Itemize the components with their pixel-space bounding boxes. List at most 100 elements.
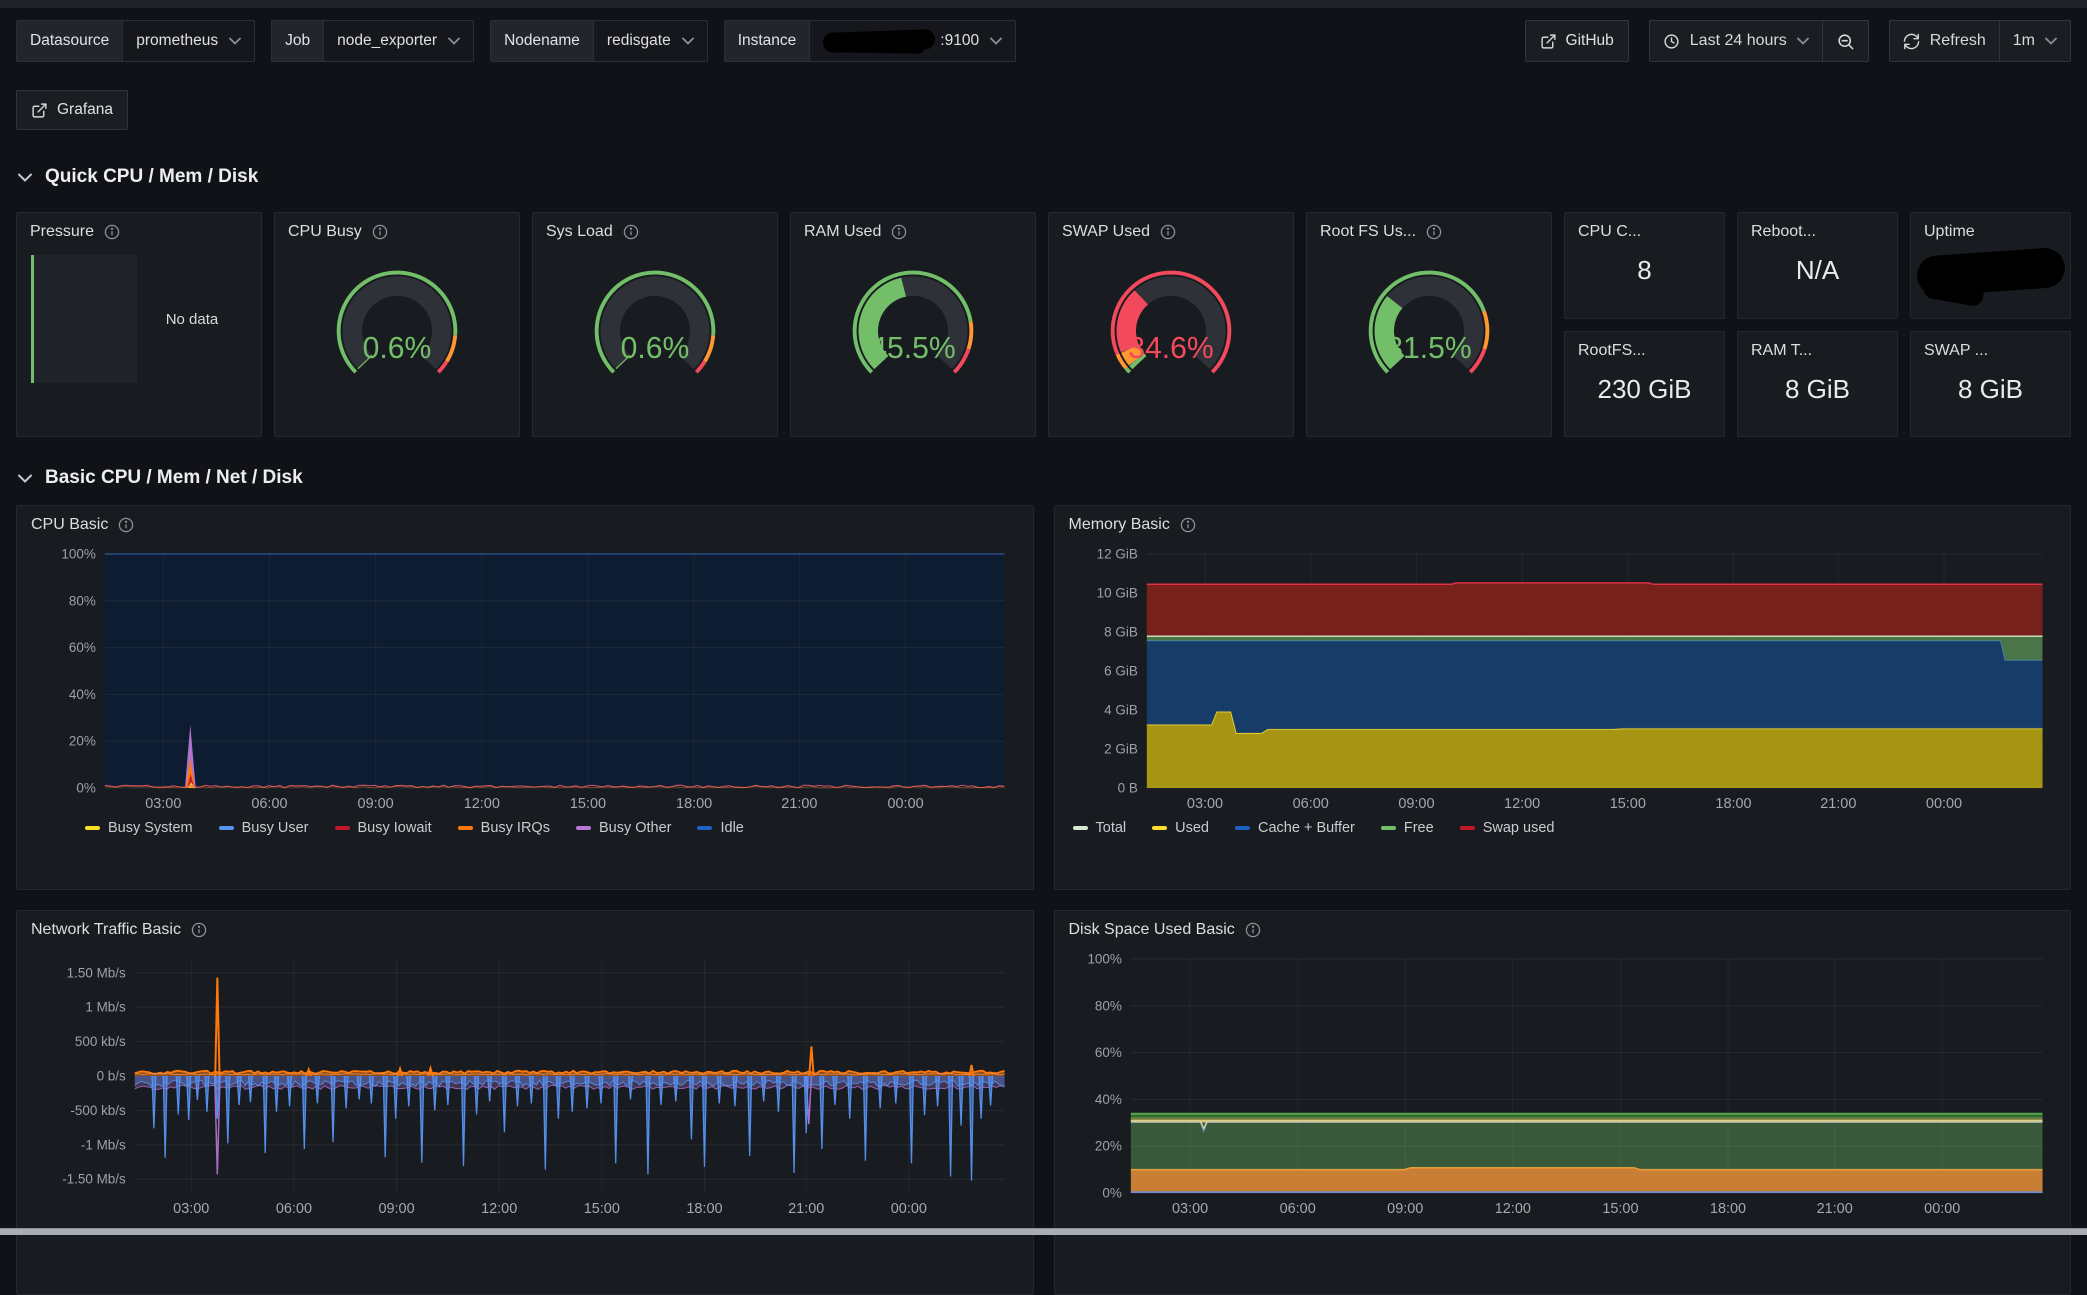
info-icon[interactable] [1245, 922, 1261, 938]
stat-value-redacted [1911, 252, 2070, 292]
chevron-down-icon [448, 37, 460, 45]
sys-load-gauge[interactable]: 0.6% [548, 251, 762, 403]
legend-item[interactable]: Busy Other [576, 820, 672, 836]
cpu-basic-legend: Busy System Busy User Busy Iowait Busy I… [31, 814, 1019, 836]
panel-title-reboot[interactable]: Reboot... [1738, 213, 1897, 245]
legend-item[interactable]: Busy Iowait [335, 820, 432, 836]
svg-text:1 Mb/s: 1 Mb/s [85, 1000, 126, 1015]
panel-title-root-fs-used[interactable]: Root FS Us... [1307, 213, 1551, 245]
stat-value: 8 GiB [1738, 374, 1897, 405]
time-range-picker[interactable]: Last 24 hours [1650, 21, 1822, 61]
panel-title-network-traffic[interactable]: Network Traffic Basic [31, 911, 1019, 939]
legend-label: Free [1404, 820, 1434, 836]
ram-used-gauge[interactable]: 45.5% [806, 251, 1020, 403]
legend-label: Used [1175, 820, 1209, 836]
svg-text:12:00: 12:00 [464, 796, 500, 812]
refresh-button[interactable]: Refresh [1890, 21, 1999, 61]
legend-item[interactable]: Swap used [1460, 820, 1555, 836]
legend-item[interactable]: Total [1073, 820, 1127, 836]
panel-title-text: Root FS Us... [1320, 223, 1416, 241]
memory-basic-chart[interactable]: 0 B2 GiB4 GiB6 GiB8 GiB10 GiB12 GiB03:00… [1069, 546, 2057, 814]
panel-title-ram-used[interactable]: RAM Used [791, 213, 1035, 245]
legend-label: Total [1096, 820, 1127, 836]
job-select[interactable]: node_exporter [323, 20, 474, 62]
legend-item[interactable]: Cache + Buffer [1235, 820, 1355, 836]
panel-title-swap-used[interactable]: SWAP Used [1049, 213, 1293, 245]
panel-title-cpu-basic[interactable]: CPU Basic [31, 506, 1019, 534]
info-icon[interactable] [191, 922, 207, 938]
legend-item[interactable]: Idle [697, 820, 743, 836]
cpu-busy-gauge[interactable]: 0.6% [290, 251, 504, 403]
github-label: GitHub [1566, 32, 1614, 50]
panel-title-sys-load[interactable]: Sys Load [533, 213, 777, 245]
variable-value-suffix: :9100 [940, 32, 979, 50]
info-icon[interactable] [1180, 517, 1196, 533]
section-basic-cpu-mem-net-disk[interactable]: Basic CPU / Mem / Net / Disk [18, 467, 2071, 489]
panel-title-uptime[interactable]: Uptime [1911, 213, 2070, 245]
refresh-interval-picker[interactable]: 1m [1999, 21, 2070, 61]
svg-text:09:00: 09:00 [1387, 1201, 1423, 1217]
disk-space-chart[interactable]: 0%20%40%60%80%100%03:0006:0009:0012:0015… [1069, 951, 2057, 1219]
info-icon[interactable] [1426, 224, 1442, 240]
info-icon[interactable] [372, 224, 388, 240]
variable-instance[interactable]: Instance :9100 [724, 20, 1016, 62]
info-icon[interactable] [104, 224, 120, 240]
panel-title-ram-total[interactable]: RAM T... [1738, 332, 1897, 364]
svg-text:03:00: 03:00 [1172, 1201, 1208, 1217]
info-icon[interactable] [1160, 224, 1176, 240]
variable-job[interactable]: Job node_exporter [271, 20, 474, 62]
horizontal-scrollbar[interactable] [0, 1228, 2087, 1235]
info-icon[interactable] [891, 224, 907, 240]
panel-title-text: Reboot... [1751, 223, 1816, 241]
charts-row-2: Network Traffic Basic 1.50 Mb/s1 Mb/s500… [16, 910, 2071, 1295]
charts-row-1: CPU Basic 0%20%40%60%80%100%03:0006:0009… [16, 505, 2071, 890]
panel-title-text: CPU Busy [288, 223, 362, 241]
legend-item[interactable]: Busy IRQs [458, 820, 550, 836]
legend-label: Busy System [108, 820, 193, 836]
chevron-down-icon [229, 37, 241, 45]
panel-swap-used: SWAP Used 34.6% [1048, 212, 1294, 437]
panel-ram-total: RAM T... 8 GiB [1737, 331, 1898, 438]
panel-title-disk-space[interactable]: Disk Space Used Basic [1069, 911, 2057, 939]
pressure-body[interactable]: No data [17, 245, 261, 383]
zoom-out-time-button[interactable] [1822, 21, 1868, 61]
svg-text:15:00: 15:00 [570, 796, 606, 812]
panel-title-swap-total[interactable]: SWAP ... [1911, 332, 2070, 364]
panel-title-cpu-busy[interactable]: CPU Busy [275, 213, 519, 245]
panel-title-cpu-cores[interactable]: CPU C... [1565, 213, 1724, 245]
svg-text:0 b/s: 0 b/s [97, 1068, 126, 1083]
instance-select[interactable]: :9100 [809, 20, 1016, 62]
svg-text:60%: 60% [69, 640, 96, 655]
legend-label: Cache + Buffer [1258, 820, 1355, 836]
legend-item[interactable]: Busy System [85, 820, 193, 836]
nodename-select[interactable]: redisgate [593, 20, 708, 62]
svg-text:0 B: 0 B [1117, 780, 1137, 795]
chevron-down-icon [682, 37, 694, 45]
swap-used-gauge[interactable]: 34.6% [1064, 251, 1278, 403]
section-quick-cpu-mem-disk[interactable]: Quick CPU / Mem / Disk [18, 166, 2071, 188]
variable-nodename[interactable]: Nodename redisgate [490, 20, 708, 62]
network-traffic-chart[interactable]: 1.50 Mb/s1 Mb/s500 kb/s0 b/s-500 kb/s-1 … [31, 951, 1019, 1219]
legend-label: Idle [720, 820, 743, 836]
chevron-down-icon [990, 37, 1002, 45]
dashboard: Datasource prometheus Job node_exporter … [0, 8, 2087, 1295]
legend-item[interactable]: Busy User [219, 820, 309, 836]
refresh-label: Refresh [1930, 32, 1986, 50]
info-icon[interactable] [623, 224, 639, 240]
series-color-chip [219, 826, 234, 830]
panel-title-memory-basic[interactable]: Memory Basic [1069, 506, 2057, 534]
root-fs-gauge[interactable]: 31.5% [1322, 251, 1536, 403]
panel-title-rootfs-total[interactable]: RootFS... [1565, 332, 1724, 364]
legend-item[interactable]: Free [1381, 820, 1434, 836]
github-link-button[interactable]: GitHub [1525, 20, 1629, 62]
refresh-group: Refresh 1m [1889, 20, 2071, 62]
variable-datasource[interactable]: Datasource prometheus [16, 20, 255, 62]
grafana-link-button[interactable]: Grafana [16, 90, 128, 130]
legend-item[interactable]: Used [1152, 820, 1209, 836]
panel-title-pressure[interactable]: Pressure [17, 213, 261, 245]
svg-text:06:00: 06:00 [1279, 1201, 1315, 1217]
info-icon[interactable] [118, 517, 134, 533]
datasource-select[interactable]: prometheus [122, 20, 255, 62]
cpu-basic-chart[interactable]: 0%20%40%60%80%100%03:0006:0009:0012:0015… [31, 546, 1019, 814]
variable-label: Nodename [490, 20, 593, 62]
